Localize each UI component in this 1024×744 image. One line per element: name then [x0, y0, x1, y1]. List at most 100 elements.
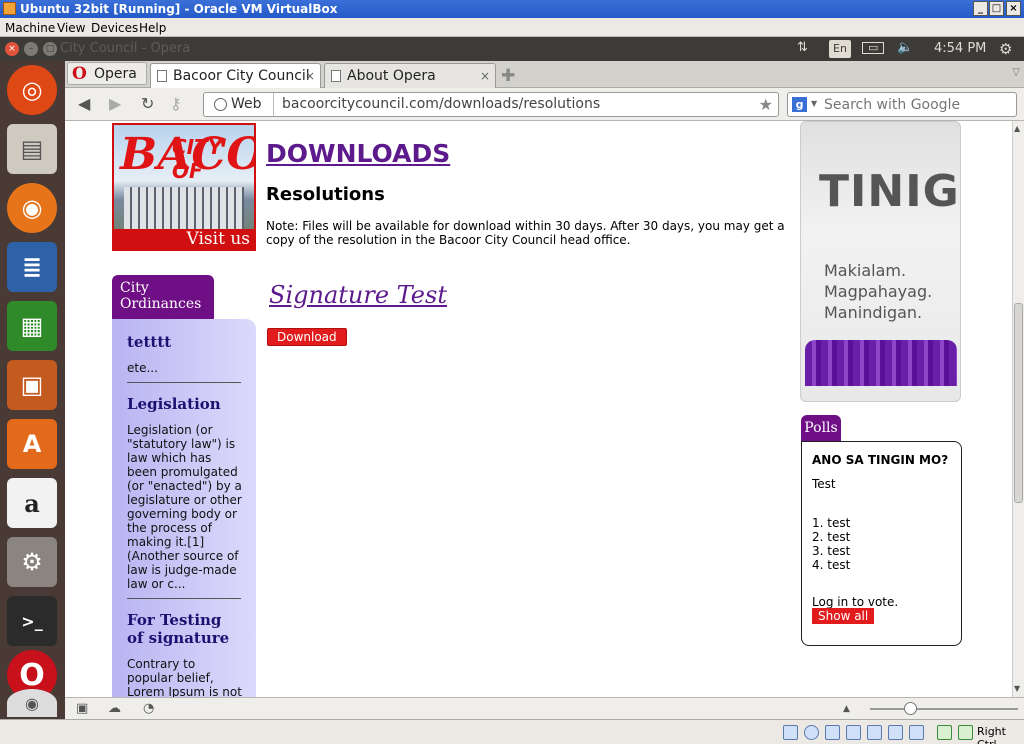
ordinance-excerpt: ete...: [127, 361, 158, 375]
usb-icon[interactable]: [825, 725, 840, 740]
ubuntu-top-panel: × – □ City Council - Opera ⇅ En ▭ 🔈 4:54…: [0, 37, 1024, 61]
page-scrollbar[interactable]: ▲ ▼: [1012, 121, 1024, 697]
maximize-icon[interactable]: □: [989, 1, 1004, 16]
zoom-slider[interactable]: [870, 702, 1018, 715]
back-icon[interactable]: ◀: [78, 94, 90, 113]
scroll-up-icon[interactable]: ▲: [1014, 124, 1020, 133]
optical-drive-icon[interactable]: [804, 725, 819, 740]
ordinance-title[interactable]: For Testing of signature: [127, 611, 242, 647]
menu-help[interactable]: Help: [139, 21, 166, 35]
list-item: tetttt ete...: [127, 333, 242, 375]
site-badge[interactable]: Web: [231, 96, 262, 112]
tagline-line: Makialam.: [824, 261, 907, 280]
divider: [127, 382, 241, 383]
shared-folders-icon[interactable]: [846, 725, 861, 740]
impress-icon[interactable]: ▣: [7, 360, 57, 410]
network-icon[interactable]: ⇅: [797, 40, 808, 55]
firefox-icon[interactable]: ◉: [7, 183, 57, 233]
terminal-icon[interactable]: >_: [7, 596, 57, 646]
display-icon[interactable]: [867, 725, 882, 740]
opera-menu-label: Opera: [94, 66, 137, 82]
amazon-icon[interactable]: a: [7, 478, 57, 528]
tab-bacoor-city-council[interactable]: Bacoor City Council ×: [150, 63, 321, 88]
url-text[interactable]: bacoorcitycouncil.com/downloads/resoluti…: [282, 96, 600, 112]
ordinance-title[interactable]: tetttt: [127, 333, 242, 351]
ordinance-title[interactable]: Legislation: [127, 395, 242, 413]
bookmark-star-icon[interactable]: ★: [759, 95, 773, 114]
zoom-slider-knob[interactable]: [904, 702, 917, 715]
turbo-gauge-icon[interactable]: ◔: [143, 701, 154, 716]
key-icon[interactable]: ⚷: [170, 94, 182, 113]
keyboard-layout-indicator[interactable]: En: [829, 40, 851, 58]
system-settings-icon[interactable]: ⚙: [7, 537, 57, 587]
close-icon[interactable]: ×: [1006, 1, 1021, 16]
show-all-button[interactable]: Show all: [812, 608, 875, 624]
globe-icon: [214, 98, 227, 111]
calc-icon[interactable]: ▦: [7, 301, 57, 351]
resolutions-heading: Resolutions: [266, 184, 385, 205]
poll-options: 1. test 2. test 3. test 4. test: [812, 516, 850, 572]
crowd-silhouette-image: [805, 340, 957, 386]
host-key-arrow-icon[interactable]: [958, 725, 973, 740]
polls-tab[interactable]: Polls: [801, 415, 841, 441]
window-minimize-icon[interactable]: –: [24, 42, 38, 56]
ubuntu-dash-icon[interactable]: ◎: [7, 65, 57, 115]
vbox-title-bar: Ubuntu 32bit [Running] - Oracle VM Virtu…: [0, 0, 1024, 18]
tab-menu-chevron-icon[interactable]: ▽: [1012, 67, 1020, 78]
address-field[interactable]: Web bacoorcitycouncil.com/downloads/reso…: [203, 92, 779, 117]
city-of-bacoor-logo[interactable]: BACOOR CITY OF Visit us: [112, 123, 256, 251]
page-viewport: BACOOR CITY OF Visit us DOWNLOADS Resolu…: [65, 121, 1012, 697]
volume-icon[interactable]: 🔈: [897, 40, 913, 55]
google-icon[interactable]: g: [792, 97, 807, 112]
new-tab-icon[interactable]: ✚: [501, 66, 515, 86]
tab-about-opera[interactable]: About Opera ×: [324, 63, 496, 88]
chevron-down-icon[interactable]: ▼: [811, 99, 817, 108]
software-center-icon[interactable]: A: [7, 419, 57, 469]
banner-title: TINIG: [819, 166, 960, 217]
opera-menu-button[interactable]: O Opera: [67, 62, 147, 85]
city-ordinances-tab[interactable]: City Ordinances: [112, 275, 214, 319]
tinig-banner[interactable]: TINIG Makialam. Magpahayag. Manindigan.: [800, 121, 961, 402]
panel-toggle-icon[interactable]: ▣: [76, 701, 88, 716]
scrollbar-thumb[interactable]: [1014, 303, 1023, 503]
menu-machine[interactable]: Machine: [5, 21, 55, 35]
video-capture-icon[interactable]: [888, 725, 903, 740]
zoom-menu-chevron-icon[interactable]: ▲: [843, 704, 850, 714]
tab-close-icon[interactable]: ×: [305, 69, 315, 83]
reload-icon[interactable]: ↻: [141, 94, 154, 113]
page-icon: [157, 70, 167, 82]
divider: [127, 598, 241, 599]
search-box[interactable]: g ▼: [787, 92, 1017, 117]
visit-us-link[interactable]: Visit us: [114, 229, 254, 249]
poll-option: 2. test: [812, 530, 851, 544]
tab-close-icon[interactable]: ×: [480, 69, 490, 83]
network-adapter-icon[interactable]: [909, 725, 924, 740]
downloads-heading[interactable]: DOWNLOADS: [266, 139, 450, 168]
download-button[interactable]: Download: [267, 328, 347, 346]
menu-view[interactable]: View: [57, 21, 85, 35]
search-input[interactable]: [824, 95, 1009, 114]
mouse-integration-icon[interactable]: [937, 725, 952, 740]
clock[interactable]: 4:54 PM: [934, 41, 986, 56]
forward-icon[interactable]: ▶: [109, 94, 121, 113]
opera-status-bar: ▣ ☁ ◔ ▲: [65, 697, 1024, 719]
files-icon[interactable]: ▤: [7, 124, 57, 174]
vbox-menu-bar: Machine View Devices Help: [0, 18, 1024, 37]
minimize-icon[interactable]: _: [973, 1, 988, 16]
login-to-vote-link[interactable]: Log in to vote.: [812, 595, 898, 609]
scroll-down-icon[interactable]: ▼: [1014, 684, 1020, 693]
window-restore-icon[interactable]: □: [43, 42, 57, 56]
window-close-icon[interactable]: ×: [5, 42, 19, 56]
settings-gear-icon[interactable]: ⚙: [999, 40, 1012, 58]
city-ordinances-panel: tetttt ete... Legislation Legislation (o…: [112, 319, 256, 697]
writer-icon[interactable]: ≣: [7, 242, 57, 292]
unity-launcher: ◎ ▤ ◉ ≣ ▦ ▣ A a ⚙ >_ O ◉: [0, 61, 65, 719]
poll-text: Test: [812, 477, 836, 491]
battery-icon[interactable]: ▭: [862, 42, 885, 54]
tagline-line: Manindigan.: [824, 303, 923, 322]
menu-devices[interactable]: Devices: [91, 21, 138, 35]
dvd-icon[interactable]: ◉: [7, 689, 57, 717]
file-title-link[interactable]: Signature Test: [269, 281, 447, 309]
hard-disk-icon[interactable]: [783, 725, 798, 740]
opera-unite-cloud-icon[interactable]: ☁: [108, 701, 121, 716]
